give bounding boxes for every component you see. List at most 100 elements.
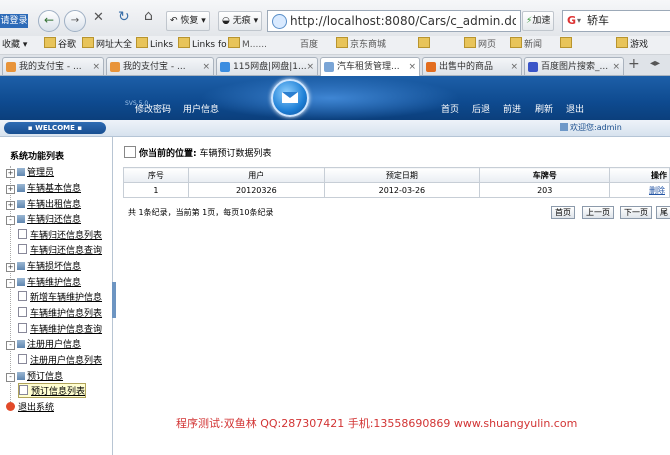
restore-button[interactable]: ↶ 恢复 ▾ [166, 11, 210, 31]
collapse-icon[interactable]: - [6, 216, 15, 225]
tab-goods-on-sale[interactable]: 出售中的商品 × [422, 57, 522, 75]
search-box[interactable]: G ▾ 轿车 [562, 10, 670, 32]
sidebar-item-label: 注册用户信息 [27, 340, 82, 350]
tab-car-rental[interactable]: 汽车租赁管理... × [320, 57, 420, 76]
bookmark-label: 游戏 [630, 40, 649, 50]
baidu-icon [528, 62, 538, 72]
bookmark-label: Links fo [192, 40, 227, 50]
sidebar-item-car-rent[interactable]: + 车辆出租信息 [6, 197, 81, 210]
folder-icon [17, 262, 25, 270]
tab-label: 出售中的商品 [439, 62, 494, 72]
tab-nav-icon[interactable]: ◂▸ [650, 58, 660, 69]
speedup-button[interactable]: ⚡加速 [522, 11, 555, 31]
sidebar-item-maintenance-add[interactable]: 新增车辆维护信息 [18, 290, 102, 303]
sidebar-item-booking-list[interactable]: 预订信息列表 [18, 383, 87, 398]
collapse-icon[interactable]: - [6, 279, 15, 288]
bookmarks-bar: 收藏 ▾ 谷歌 网址大全 Links Links fo M...... 百度 京… [0, 36, 670, 55]
expand-icon[interactable]: + [6, 169, 15, 178]
envelope-icon [282, 92, 298, 103]
bookmark-baidu[interactable]: 百度 [300, 36, 318, 54]
sidebar-item-car-return[interactable]: - 车辆归还信息 [6, 212, 81, 225]
sidebar-splitter[interactable] [112, 282, 116, 318]
folder-icon [82, 37, 94, 48]
forward-link[interactable]: 前进 [503, 102, 521, 115]
tab-close-icon[interactable]: × [306, 58, 314, 75]
bookmark-links[interactable]: Links [136, 36, 173, 54]
first-page-button[interactable]: 首页 [551, 206, 575, 219]
sidebar-item-return-list[interactable]: 车辆归还信息列表 [18, 228, 102, 241]
tab-close-icon[interactable]: × [510, 58, 518, 75]
page-icon [18, 354, 27, 364]
collapse-icon[interactable]: - [6, 373, 15, 382]
bookmark-more-2[interactable] [560, 36, 574, 54]
refresh-button[interactable]: ↻ [118, 9, 130, 25]
current-user: 欢迎您:admin [560, 120, 622, 136]
search-input[interactable]: 轿车 [587, 11, 609, 31]
expand-icon[interactable]: + [6, 201, 15, 210]
tab-strip: 我的支付宝 - ... × 我的支付宝 - ... × 115网盘|网盘|1... ×… [0, 55, 670, 76]
bookmark-web[interactable]: 网页 [464, 36, 496, 54]
bookmark-more-1[interactable] [418, 36, 432, 54]
back-link[interactable]: 后退 [472, 102, 490, 115]
page-icon [18, 323, 27, 333]
location-icon [124, 146, 136, 158]
sidebar-item-maintenance-list[interactable]: 车辆维护信息列表 [18, 306, 102, 319]
tab-close-icon[interactable]: × [612, 58, 620, 75]
home-button[interactable]: ⌂ [144, 8, 153, 24]
bookmark-directory[interactable]: 网址大全 [82, 36, 132, 54]
stop-button[interactable]: ✕ [93, 10, 104, 25]
folder-icon [418, 37, 430, 48]
collapse-icon[interactable]: - [6, 341, 15, 350]
expand-icon[interactable]: + [6, 263, 15, 272]
refresh-link[interactable]: 刷新 [535, 102, 553, 115]
sidebar-item-registered-users[interactable]: - 注册用户信息 [6, 337, 81, 350]
tab-close-icon[interactable]: × [92, 58, 100, 75]
bookmark-google[interactable]: 谷歌 [44, 36, 76, 54]
next-page-button[interactable]: 下一页 [620, 206, 652, 219]
user-info-link[interactable]: 用户信息 [183, 102, 219, 115]
cell-index: 1 [123, 182, 189, 198]
tab-close-icon[interactable]: × [202, 58, 210, 75]
back-arrow-icon: ← [43, 13, 55, 27]
sidebar-item-return-query[interactable]: 车辆归还信息查询 [18, 243, 102, 256]
bookmark-news[interactable]: 新闻 [510, 36, 542, 54]
sidebar-item-admin[interactable]: + 管理员 [6, 165, 54, 178]
address-input[interactable]: http://localhost:8080/Cars/c_admin.do?m [290, 11, 516, 31]
bookmark-m[interactable]: M...... [228, 36, 267, 54]
chevron-down-icon[interactable]: ▾ [577, 11, 581, 31]
delete-link[interactable]: 删除 [649, 186, 665, 195]
tab-115-pan[interactable]: 115网盘|网盘|1... × [216, 57, 318, 75]
back-button[interactable]: ← [38, 10, 60, 32]
sidebar-item-exit[interactable]: 退出系统 [6, 400, 54, 413]
tab-alipay-2[interactable]: 我的支付宝 - ... × [106, 57, 214, 75]
bookmark-links-fo[interactable]: Links fo [178, 36, 227, 54]
forward-button[interactable]: → [64, 10, 86, 32]
sidebar-item-car-damage[interactable]: + 车辆损坏信息 [6, 259, 81, 272]
sidebar-item-car-basic[interactable]: + 车辆基本信息 [6, 181, 81, 194]
location-label: 你当前的位置: [139, 149, 197, 159]
sidebar-item-booking[interactable]: - 预订信息 [6, 369, 63, 382]
browser-toolbar: 请登录 ← → ✕ ↻ ⌂ ↶ 恢复 ▾ ◒ 无痕 ▾ http://local… [0, 0, 670, 37]
bookmark-jd[interactable]: 京东商城 [336, 36, 386, 54]
address-bar[interactable]: http://localhost:8080/Cars/c_admin.do?m [267, 10, 521, 32]
sidebar-item-car-maintenance[interactable]: - 车辆维护信息 [6, 275, 81, 288]
tab-alipay-1[interactable]: 我的支付宝 - ... × [2, 57, 104, 75]
login-link[interactable]: 请登录 [0, 14, 28, 28]
bookmark-games[interactable]: 游戏 [616, 36, 648, 54]
pan115-icon [220, 62, 230, 72]
sidebar-item-maintenance-query[interactable]: 车辆维护信息查询 [18, 322, 102, 335]
tab-close-icon[interactable]: × [408, 58, 416, 76]
home-link[interactable]: 首页 [441, 102, 459, 115]
previous-page-button[interactable]: 上一页 [582, 206, 614, 219]
tab-baidu-image[interactable]: 百度图片搜索_... × [524, 57, 624, 75]
sidebar-item-registered-users-list[interactable]: 注册用户信息列表 [18, 353, 102, 366]
bookmark-favorites[interactable]: 收藏 ▾ [2, 36, 27, 54]
tab-label: 115网盘|网盘|1... [233, 62, 307, 72]
folder-icon [136, 37, 148, 48]
logout-link[interactable]: 退出 [566, 102, 584, 115]
change-password-link[interactable]: 修改密码 [135, 102, 171, 115]
no-trace-button[interactable]: ◒ 无痕 ▾ [218, 11, 263, 31]
expand-icon[interactable]: + [6, 185, 15, 194]
last-page-button[interactable]: 尾 [656, 206, 670, 219]
new-tab-button[interactable]: + [628, 56, 640, 72]
